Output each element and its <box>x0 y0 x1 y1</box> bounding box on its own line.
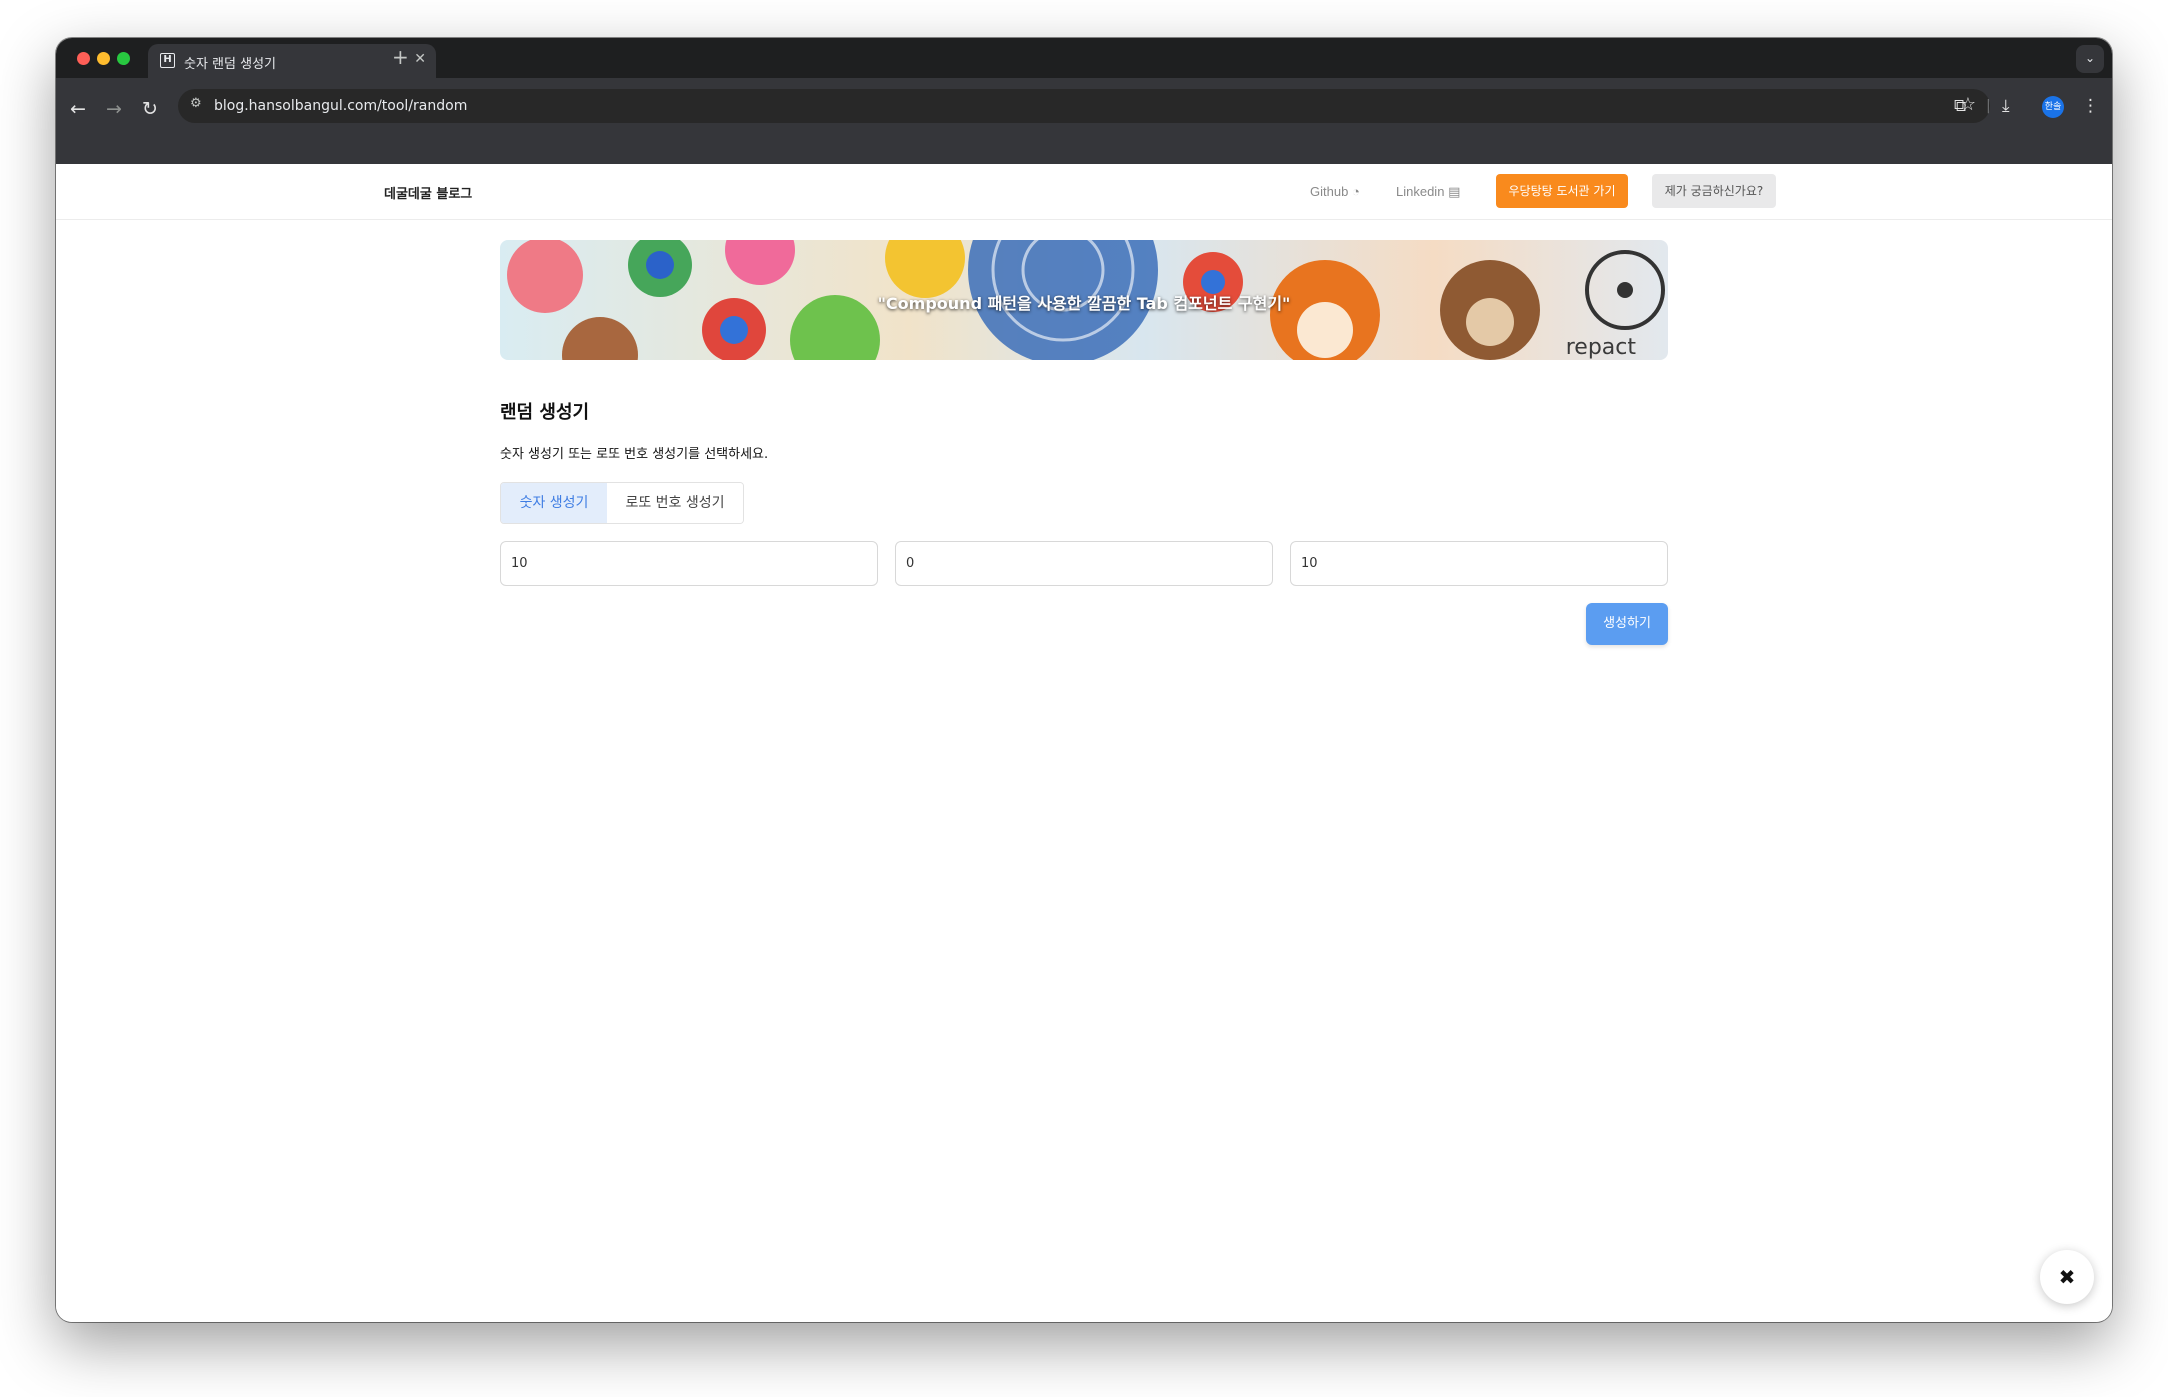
profile-avatar[interactable]: 한솔 <box>2042 96 2064 118</box>
generate-button[interactable]: 생성하기 <box>1586 603 1668 645</box>
github-label: Github <box>1310 184 1349 199</box>
github-link[interactable]: Github ◔ <box>1310 184 1360 199</box>
banner-watermark: repact <box>1565 335 1636 360</box>
linkedin-link[interactable]: Linkedin ▤ <box>1396 184 1460 200</box>
page-title: 랜덤 생성기 <box>500 402 590 423</box>
tab-strip: H 숫자 랜덤 생성기 ✕ + ⌄ <box>56 38 2112 78</box>
tab-number-generator[interactable]: 숫자 생성기 <box>501 483 607 523</box>
linkedin-icon: ▤ <box>1448 184 1461 199</box>
reload-icon[interactable]: ↻ <box>142 98 158 120</box>
tab-title: 숫자 랜덤 생성기 <box>184 57 276 72</box>
tab-lotto-generator[interactable]: 로또 번호 생성기 <box>607 483 743 523</box>
favicon-icon: H <box>160 53 175 68</box>
extensions-icon[interactable]: ⧉ <box>1954 96 1966 116</box>
more-menu-icon[interactable]: ⋮ <box>2082 96 2099 116</box>
about-me-button[interactable]: 제가 궁금하신가요? <box>1652 174 1776 208</box>
max-input[interactable]: 10 <box>1290 541 1668 586</box>
download-icon[interactable]: ⤓ <box>2002 96 2010 116</box>
close-window-button[interactable] <box>77 52 90 65</box>
new-tab-button[interactable]: + <box>392 45 409 69</box>
site-logo[interactable]: 데굴데굴 블로그 <box>384 183 472 202</box>
maximize-window-button[interactable] <box>117 52 130 65</box>
linkedin-label: Linkedin <box>1396 184 1445 199</box>
back-icon[interactable]: ← <box>70 98 86 120</box>
page-description: 숫자 생성기 또는 로또 번호 생성기를 선택하세요. <box>500 447 769 462</box>
url-text[interactable]: blog.hansolbangul.com/tool/random <box>214 98 467 114</box>
post-banner[interactable]: "Compound 패턴을 사용한 깔끔한 Tab 컴포넌트 구현기" repa… <box>500 240 1668 360</box>
wrench-screwdriver-icon[interactable]: ✖ <box>2040 1250 2094 1304</box>
count-input[interactable]: 10 <box>500 541 878 586</box>
forward-icon[interactable]: → <box>106 98 122 120</box>
minimize-window-button[interactable] <box>97 52 110 65</box>
address-bar[interactable]: ⚙ blog.hansolbangul.com/tool/random ☆ <box>178 89 1990 123</box>
github-icon: ◔ <box>1351 184 1360 199</box>
tab-search-button[interactable]: ⌄ <box>2076 45 2104 73</box>
site-info-icon[interactable]: ⚙ <box>190 96 202 111</box>
generator-tabs: 숫자 생성기 로또 번호 생성기 <box>500 482 744 524</box>
banner-title: "Compound 패턴을 사용한 깔끔한 Tab 컴포넌트 구현기" <box>877 294 1291 313</box>
library-button[interactable]: 우당탕탕 도서관 가기 <box>1496 174 1628 208</box>
browser-toolbar: ← → ↻ ⚙ blog.hansolbangul.com/tool/rando… <box>56 78 2112 164</box>
min-input[interactable]: 0 <box>895 541 1273 586</box>
toolbar-divider: | <box>1986 98 1991 114</box>
browser-window: H 숫자 랜덤 생성기 ✕ + ⌄ ← → ↻ ⚙ blog.hansolban… <box>56 38 2112 1322</box>
page-viewport: 데굴데굴 블로그 Github ◔ Linkedin ▤ 우당탕탕 도서관 가기… <box>56 164 2112 1322</box>
site-header: 데굴데굴 블로그 Github ◔ Linkedin ▤ 우당탕탕 도서관 가기… <box>56 164 2112 220</box>
tab-close-icon[interactable]: ✕ <box>414 51 426 67</box>
